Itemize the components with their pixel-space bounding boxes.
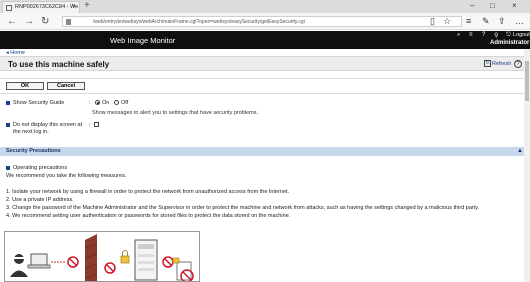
close-tab-icon[interactable]: × (72, 3, 76, 10)
maximize-icon[interactable]: □ (490, 1, 495, 10)
section-title: Security Precautions (6, 148, 61, 154)
no-access-icon (162, 256, 174, 268)
user-icon[interactable]: ⚲ (494, 32, 498, 39)
security-guide-note: Show messages to alert you to settings t… (92, 110, 258, 116)
help-icon[interactable]: ? (482, 32, 485, 38)
firewall-icon (84, 234, 98, 281)
no-access-icon (67, 256, 79, 268)
refresh-link[interactable]: ↻ Refresh (484, 60, 511, 67)
bullet-icon (6, 100, 10, 105)
reload-icon[interactable]: ↻ (41, 16, 49, 27)
refresh-label: Refresh (492, 60, 512, 67)
address-bar[interactable]: /web/entry/en/websys/webArch/mainFrame.c… (62, 16, 462, 27)
no-access-icon (104, 262, 116, 274)
logout-link[interactable]: Logout (513, 32, 530, 38)
back-icon[interactable]: ← (7, 16, 17, 27)
browser-tab[interactable]: RNP002673C62C84 - We × (2, 1, 80, 13)
address-url: /web/entry/en/websys/webArch/mainFrame.c… (93, 19, 305, 25)
user-name: Administrator (490, 40, 530, 46)
off-label: Off (121, 100, 129, 106)
browser-toolbar: ← → ↻ /web/entry/en/websys/webArch/mainF… (0, 13, 530, 30)
intro-text: We recommend you take the following meas… (6, 173, 127, 179)
search-icon[interactable]: ⌕ (457, 32, 460, 39)
bullet-icon (6, 122, 10, 127)
cancel-button[interactable]: Cancel (47, 82, 85, 90)
colon: : (89, 100, 91, 106)
do-not-display-label-line2: the next log in. (13, 129, 49, 135)
show-security-guide-label: Show Security Guide (6, 100, 64, 106)
more-icon[interactable]: … (515, 16, 524, 26)
browser-tab-strip: RNP002673C62C84 - We × + – □ × (0, 0, 530, 13)
new-tab-icon[interactable]: + (84, 0, 90, 11)
site-info-icon[interactable] (66, 19, 71, 25)
precaution-item: 1. Isolate your network by using a firew… (6, 189, 290, 195)
app-title: Web Image Monitor (110, 36, 176, 45)
network-diagram-image (10, 234, 194, 281)
tab-title: RNP002673C62C84 - We (15, 4, 79, 10)
do-not-display-label: Do not display this screen at (6, 122, 82, 128)
divider (0, 93, 530, 94)
security-precautions-header[interactable]: Security Precautions ▲ (0, 147, 530, 156)
colon: : (89, 122, 91, 128)
collapse-icon[interactable]: ▲ (517, 148, 523, 154)
page-scrollbar[interactable] (524, 49, 530, 282)
logout-icon[interactable]: ⎋ (506, 32, 511, 39)
app-header: Web Image Monitor ⌕ ≡ ? ⚲ ⎋ Logout Admin… (0, 31, 530, 49)
laptop-icon (27, 253, 51, 269)
security-illustration (4, 231, 200, 282)
attacker-icon (10, 254, 28, 277)
do-not-display-checkbox[interactable] (94, 122, 99, 127)
refresh-icon: ↻ (484, 60, 491, 67)
lock-icon (120, 250, 130, 264)
printer-icon (134, 239, 158, 281)
security-guide-off-radio[interactable] (114, 100, 119, 105)
menu-icon[interactable]: ≡ (469, 32, 473, 38)
precaution-item: 2. Use a private IP address. (6, 197, 74, 203)
page-title: To use this machine safely (8, 60, 110, 69)
favorite-star-icon[interactable]: ☆ (443, 16, 451, 27)
security-guide-on-radio[interactable] (95, 100, 100, 105)
forward-icon[interactable]: → (24, 16, 34, 27)
notes-icon[interactable]: ✎ (482, 16, 490, 27)
share-icon[interactable]: ⇪ (498, 16, 506, 27)
favorites-hub-icon[interactable]: ≡ (466, 16, 471, 26)
scrollbar-thumb[interactable] (525, 61, 529, 101)
on-label: On (102, 100, 110, 106)
document-icon (172, 257, 194, 281)
ok-button[interactable]: OK (6, 82, 44, 90)
close-window-icon[interactable]: × (512, 1, 517, 10)
help-button[interactable]: ? (514, 60, 522, 68)
operating-precautions-label: Operating precautions (6, 165, 67, 171)
minimize-icon[interactable]: – (470, 1, 474, 10)
divider (0, 78, 530, 79)
page-icon (6, 5, 12, 11)
page-title-bar: To use this machine safely ↻ Refresh ? (0, 56, 530, 71)
bullet-icon (6, 165, 10, 170)
precaution-item: 4. We recommend setting user authenticat… (6, 213, 291, 219)
reading-view-icon[interactable]: ▯ (430, 16, 435, 27)
precaution-item: 3. Change the password of the Machine Ad… (6, 205, 480, 211)
